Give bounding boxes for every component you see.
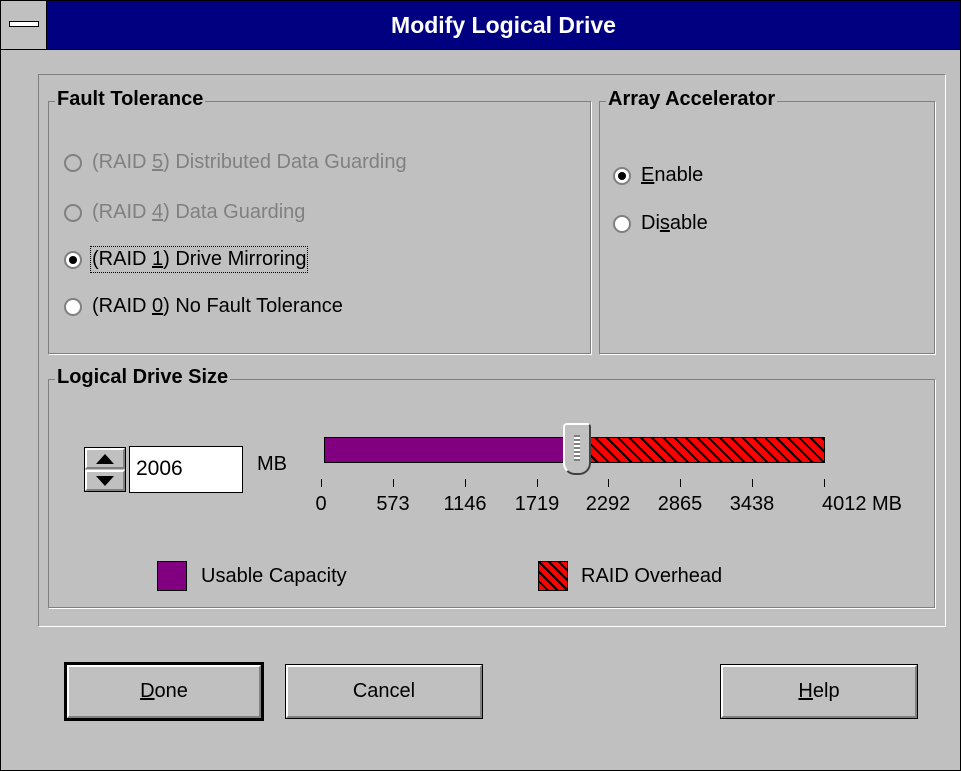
scale-tick (680, 479, 681, 487)
fault-tolerance-label: Fault Tolerance (55, 88, 206, 111)
scale-tick (465, 479, 466, 487)
arrow-up-icon (96, 453, 114, 464)
grip-icon (574, 435, 580, 461)
done-button[interactable]: Done (64, 662, 264, 721)
scale-tick-label: 573 (376, 493, 410, 515)
size-spinner[interactable] (84, 447, 126, 492)
option-text: (RAID (92, 201, 152, 223)
scale-tick (393, 479, 394, 487)
title-bar[interactable]: Modify Logical Drive (1, 1, 960, 50)
option-text: (RAID (92, 151, 152, 173)
scale-tick-label: 3438 (729, 493, 775, 515)
scale-tick-label: 4012 MB (821, 493, 903, 515)
arrow-down-icon (96, 475, 114, 486)
size-slider[interactable] (324, 423, 825, 475)
help-accesskey: H (798, 680, 813, 702)
array-accelerator-option-label: Enable (641, 164, 703, 187)
scale-tick (608, 479, 609, 487)
window-title: Modify Logical Drive (391, 12, 616, 38)
scale-tick (824, 479, 825, 487)
option-text: ) No Fault Tolerance (163, 295, 343, 317)
usable-capacity-legend: Usable Capacity (201, 565, 347, 587)
system-menu-button[interactable] (1, 1, 47, 49)
option-text: ) Distributed Data Guarding (163, 151, 407, 173)
radio-button (64, 153, 82, 172)
modify-logical-drive-dialog: Modify Logical Drive Fault Tolerance (RA… (0, 0, 961, 771)
scale-tick (752, 479, 753, 487)
scale-tick-label: 2292 (585, 493, 631, 515)
radio-button[interactable] (64, 297, 82, 316)
logical-drive-size-label: Logical Drive Size (55, 366, 231, 389)
done-accesskey: D (140, 680, 155, 702)
option-accesskey: 0 (152, 295, 164, 317)
help-label: elp (812, 680, 840, 702)
fault-tolerance-option[interactable]: (RAID 0) No Fault Tolerance (64, 295, 343, 318)
scale-tick-label: 2865 (657, 493, 703, 515)
option-text: nable (654, 164, 704, 186)
radio-button[interactable] (613, 214, 631, 233)
raid-overhead-swatch (538, 561, 568, 591)
array-accelerator-option[interactable]: Enable (613, 164, 703, 187)
scale-tick-label: 1146 (443, 493, 487, 515)
option-accesskey: E (641, 164, 655, 186)
usable-capacity-bar (324, 437, 575, 463)
raid-overhead-bar (575, 437, 825, 463)
option-accesskey: 5 (152, 151, 164, 173)
size-input[interactable]: 2006 (129, 446, 243, 493)
fault-tolerance-option[interactable]: (RAID 1) Drive Mirroring (64, 246, 309, 273)
option-text: ) Drive Mirroring (163, 248, 307, 270)
option-text: (RAID (92, 295, 152, 317)
spin-down-button[interactable] (85, 470, 125, 491)
option-accesskey: s (659, 212, 670, 234)
system-menu-icon (9, 21, 39, 27)
slider-thumb[interactable] (563, 423, 591, 475)
raid-overhead-legend: RAID Overhead (581, 565, 723, 587)
size-unit-label: MB (257, 453, 287, 475)
done-label: one (154, 680, 188, 702)
fault-tolerance-option: (RAID 4) Data Guarding (64, 201, 305, 224)
option-text: (RAID (92, 248, 152, 270)
array-accelerator-option-label: Disable (641, 212, 708, 235)
fault-tolerance-option-label: (RAID 4) Data Guarding (92, 201, 305, 224)
scale-tick (537, 479, 538, 487)
spin-up-button[interactable] (85, 448, 125, 469)
help-button[interactable]: Help (720, 664, 918, 719)
option-text: able (669, 212, 708, 234)
fault-tolerance-option-label: (RAID 0) No Fault Tolerance (92, 295, 343, 318)
option-accesskey: 4 (152, 201, 164, 223)
fault-tolerance-option: (RAID 5) Distributed Data Guarding (64, 151, 407, 174)
radio-button[interactable] (64, 250, 82, 269)
usable-capacity-swatch (157, 561, 187, 591)
fault-tolerance-option-label: (RAID 1) Drive Mirroring (89, 246, 309, 273)
radio-button (64, 203, 82, 222)
scale-tick (321, 479, 322, 487)
option-text: Di (641, 212, 660, 234)
scale-tick-label: 0 (315, 493, 327, 515)
cancel-button[interactable]: Cancel (285, 664, 483, 719)
option-accesskey: 1 (152, 248, 164, 270)
scale-tick-label: 1719 (514, 493, 560, 515)
radio-button[interactable] (613, 166, 631, 185)
option-text: ) Data Guarding (163, 201, 306, 223)
fault-tolerance-option-label: (RAID 5) Distributed Data Guarding (92, 151, 407, 174)
array-accelerator-label: Array Accelerator (606, 88, 778, 111)
array-accelerator-option[interactable]: Disable (613, 212, 708, 235)
cancel-label: Cancel (352, 680, 416, 702)
